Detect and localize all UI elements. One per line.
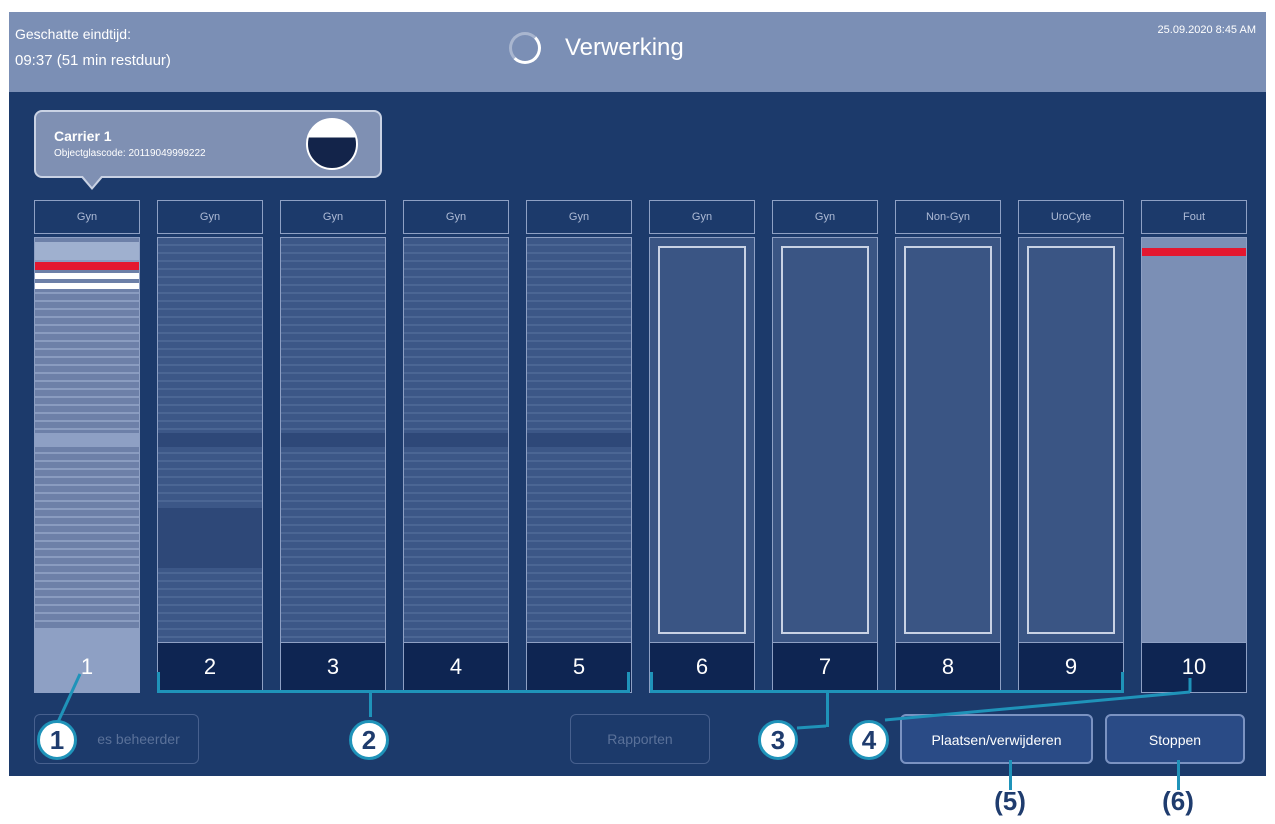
popover-arrow-fill [82,175,102,187]
popover-slide-code: Objectglascode: 20119049999222 [54,148,206,159]
slot-band [527,433,631,447]
carrier-type-label: Gyn [649,200,755,234]
carrier-3[interactable]: Gyn 3 [280,200,386,693]
error-carrier-bg [1142,238,1246,642]
callout-1: 1 [37,720,77,760]
carrier-7[interactable]: Gyn 7 [772,200,878,693]
carrier-info-popover: Carrier 1 Objectglascode: 20119049999222 [34,110,382,190]
slot-band [35,628,139,642]
carrier-slots [1141,237,1247,643]
carrier-type-label: Fout [1141,200,1247,234]
carrier-slots [1018,237,1124,643]
place-remove-button[interactable]: Plaatsen/verwijderen [900,714,1093,764]
carrier-type-label: Gyn [157,200,263,234]
header-bar: Geschatte eindtijd: 09:37 (51 min restdu… [9,12,1266,92]
empty-carrier-frame [658,246,746,634]
carrier-slots [772,237,878,643]
carrier-type-label: Gyn [403,200,509,234]
processing-screen: Geschatte eindtijd: 09:37 (51 min restdu… [9,12,1266,776]
slide-marker [35,283,139,289]
carrier-type-label: Gyn [772,200,878,234]
carrier-slots [526,237,632,643]
carrier-2[interactable]: Gyn 2 [157,200,263,693]
carrier-type-label: Gyn [280,200,386,234]
callout-4: 4 [849,720,889,760]
reports-button[interactable]: Rapporten [570,714,710,764]
empty-carrier-frame [781,246,869,634]
callout-bracket-2 [157,672,630,693]
carrier-9[interactable]: UroCyte 9 [1018,200,1124,693]
carrier-slots [403,237,509,643]
spinner-icon [509,32,541,64]
callout-line-3 [826,693,829,727]
slot-band [35,433,139,447]
carrier-4[interactable]: Gyn 4 [403,200,509,693]
slot-band [158,433,262,447]
datetime: 25.09.2020 8:45 AM [1157,24,1256,36]
popover-title: Carrier 1 [54,128,112,144]
callout-line-2 [369,693,372,717]
stop-button[interactable]: Stoppen [1105,714,1245,764]
carrier-type-label: Gyn [34,200,140,234]
slide-marker [35,273,139,279]
carrier-type-label: Non-Gyn [895,200,1001,234]
fill-level-icon [306,118,358,170]
carrier-1[interactable]: Gyn 1 [34,200,140,693]
page-title: Verwerking [565,34,684,61]
carrier-type-label: Gyn [526,200,632,234]
error-slide-marker [35,262,139,270]
callout-3: 3 [758,720,798,760]
empty-carrier-frame [904,246,992,634]
eta-value: 09:37 (51 min restduur) [15,52,171,69]
slot-band [404,433,508,447]
carrier-number: 1 [34,643,140,693]
carrier-slots [34,237,140,643]
carrier-slots [649,237,755,643]
carrier-number: 10 [1141,643,1247,693]
slot-band [35,242,139,260]
carrier-type-label: UroCyte [1018,200,1124,234]
callout-2: 2 [349,720,389,760]
empty-carrier-frame [1027,246,1115,634]
slot-band [158,508,262,568]
carrier-slots [157,237,263,643]
carrier-slots [895,237,1001,643]
callout-6: (6) [1162,786,1194,816]
callout-bracket-3 [650,672,1124,693]
title-group: Verwerking [509,28,684,68]
carrier-6[interactable]: Gyn 6 [649,200,755,693]
callout-5: (5) [994,786,1026,816]
carrier-slots [280,237,386,643]
carrier-10[interactable]: Fout 10 [1141,200,1247,693]
carrier-5[interactable]: Gyn 5 [526,200,632,693]
error-slide-marker [1142,248,1246,256]
slot-band [281,433,385,447]
carrier-8[interactable]: Non-Gyn 8 [895,200,1001,693]
eta-label: Geschatte eindtijd: [15,26,131,42]
